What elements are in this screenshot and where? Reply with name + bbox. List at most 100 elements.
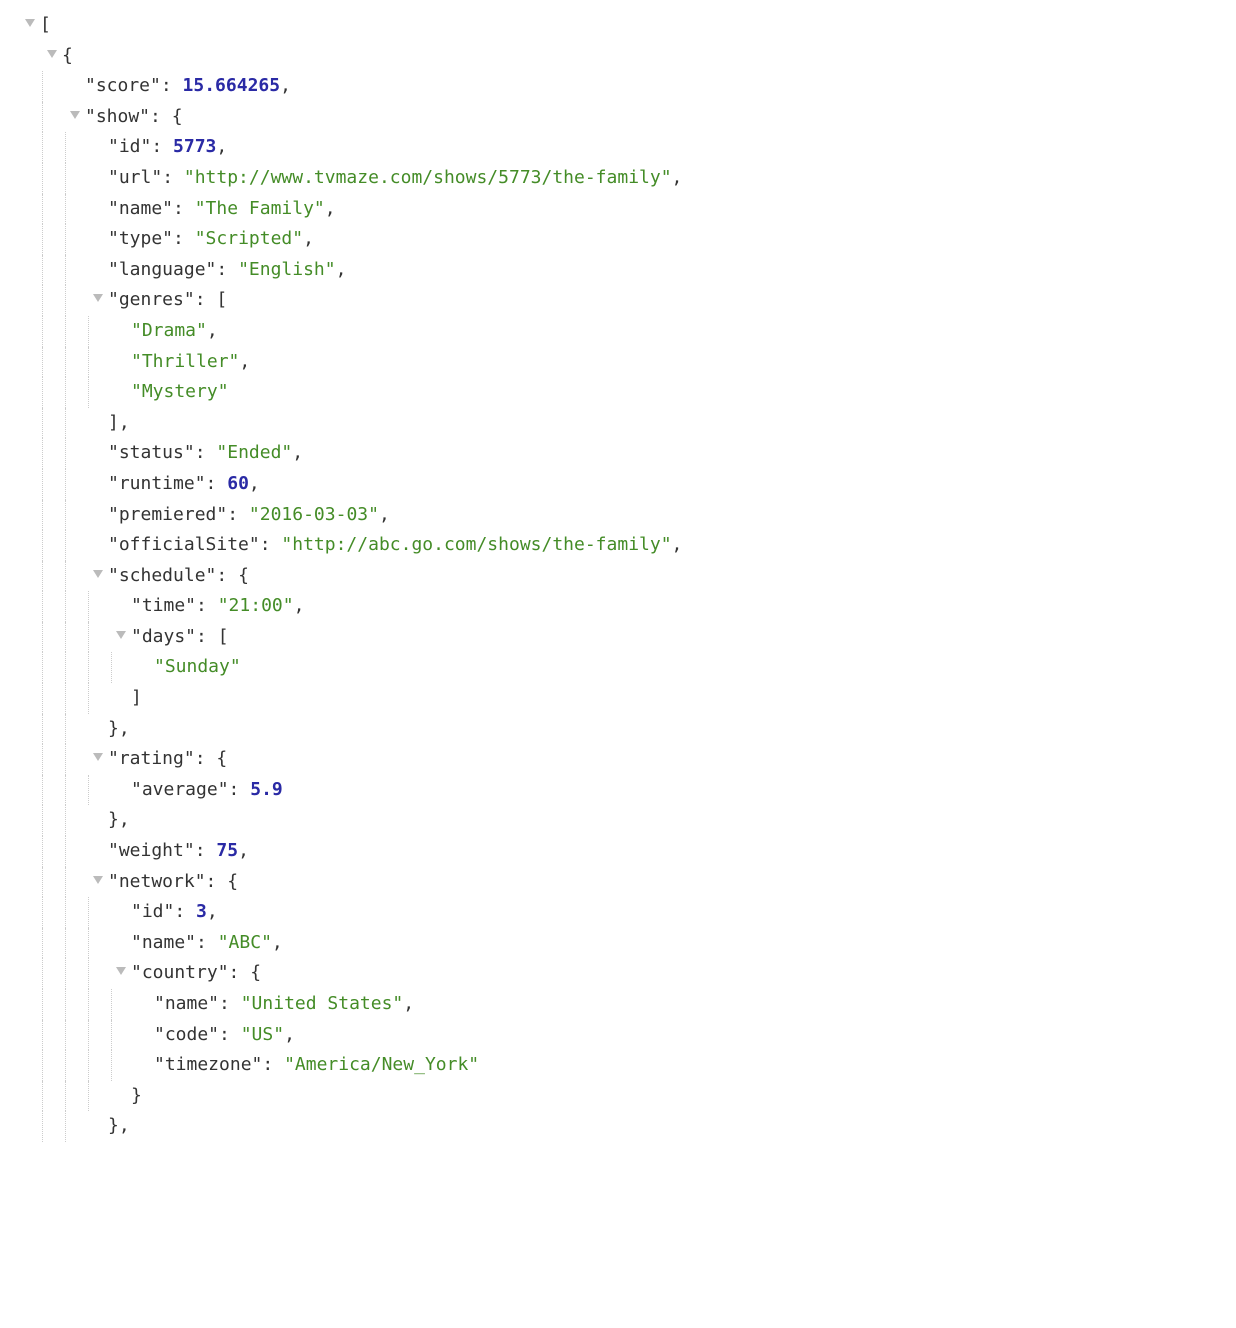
json-token-punct: : [196, 595, 218, 616]
json-token-punct: : [206, 871, 228, 892]
json-line-content: "language": "English", [108, 255, 346, 286]
json-token-punct: , [294, 595, 305, 616]
json-token-punct: : [227, 504, 249, 525]
expand-toggle-icon[interactable] [20, 15, 40, 35]
json-line: "country": { [20, 958, 1216, 989]
json-token-punct: : [196, 626, 218, 647]
json-line: "time": "21:00", [20, 591, 1216, 622]
json-line-content: "rating": { [108, 744, 227, 775]
json-token-punct: , [239, 351, 250, 372]
json-token-punct: , [292, 442, 303, 463]
expand-toggle-icon[interactable] [88, 872, 108, 892]
json-token-number: 3 [196, 901, 207, 922]
json-line: "url": "http://www.tvmaze.com/shows/5773… [20, 163, 1216, 194]
json-line-content: "genres": [ [108, 285, 227, 316]
json-token-bracket: [ [218, 626, 229, 647]
json-token-string: "Thriller" [131, 351, 239, 372]
json-token-bracket: ] [108, 412, 119, 433]
json-line: }, [20, 1111, 1216, 1142]
json-line: }, [20, 805, 1216, 836]
json-line: "score": 15.664265, [20, 71, 1216, 102]
json-token-punct: : [161, 75, 183, 96]
json-line: }, [20, 714, 1216, 745]
json-token-string: "America/New_York" [284, 1054, 479, 1075]
json-line: "language": "English", [20, 255, 1216, 286]
json-token-punct: : [195, 289, 217, 310]
json-token-punct: : [195, 748, 217, 769]
json-token-punct: , [119, 718, 130, 739]
expand-toggle-icon[interactable] [88, 566, 108, 586]
json-token-punct: , [272, 932, 283, 953]
json-line-content: "status": "Ended", [108, 438, 303, 469]
json-token-bracket: } [131, 1085, 142, 1106]
json-line: "status": "Ended", [20, 438, 1216, 469]
json-token-key: "timezone" [154, 1054, 262, 1075]
json-line-content: }, [108, 805, 130, 836]
json-line-content: "timezone": "America/New_York" [154, 1050, 479, 1081]
json-line: "runtime": 60, [20, 469, 1216, 500]
json-line: "days": [ [20, 622, 1216, 653]
json-line: "weight": 75, [20, 836, 1216, 867]
json-line: "genres": [ [20, 285, 1216, 316]
json-line: "id": 3, [20, 897, 1216, 928]
json-token-key: "time" [131, 595, 196, 616]
expand-toggle-icon[interactable] [88, 749, 108, 769]
json-token-string: "Scripted" [195, 228, 303, 249]
json-token-string: "http://www.tvmaze.com/shows/5773/the-fa… [184, 167, 672, 188]
json-line-content: "time": "21:00", [131, 591, 304, 622]
json-token-number: 5773 [173, 136, 216, 157]
json-token-key: "show" [85, 106, 150, 127]
json-token-punct: : [150, 106, 172, 127]
json-token-key: "url" [108, 167, 162, 188]
json-token-key: "type" [108, 228, 173, 249]
json-token-string: "Mystery" [131, 381, 229, 402]
json-line-content: "country": { [131, 958, 261, 989]
json-token-key: "country" [131, 962, 229, 983]
json-token-bracket: [ [40, 14, 51, 35]
json-line: "premiered": "2016-03-03", [20, 500, 1216, 531]
json-line-content: ], [108, 408, 130, 439]
json-token-punct: , [336, 259, 347, 280]
expand-toggle-icon[interactable] [111, 627, 131, 647]
expand-toggle-icon[interactable] [111, 963, 131, 983]
json-token-punct: : [196, 932, 218, 953]
json-token-string: "English" [238, 259, 336, 280]
json-token-punct: : [162, 167, 184, 188]
json-line: "Sunday" [20, 652, 1216, 683]
json-line-content: ] [131, 683, 142, 714]
json-token-punct: , [284, 1024, 295, 1045]
json-line-content: { [62, 41, 73, 72]
json-line-content: "officialSite": "http://abc.go.com/shows… [108, 530, 682, 561]
json-token-punct: , [672, 534, 683, 555]
json-token-bracket: { [172, 106, 183, 127]
json-token-key: "language" [108, 259, 216, 280]
json-token-key: "id" [108, 136, 151, 157]
json-line-content: "name": "ABC", [131, 928, 283, 959]
json-line: "type": "Scripted", [20, 224, 1216, 255]
json-line: "schedule": { [20, 561, 1216, 592]
json-line-content: } [131, 1081, 142, 1112]
json-token-number: 15.664265 [183, 75, 281, 96]
json-token-punct: , [216, 136, 227, 157]
json-token-key: "name" [154, 993, 219, 1014]
json-token-punct: , [672, 167, 683, 188]
json-line-content: "score": 15.664265, [85, 71, 291, 102]
json-token-key: "average" [131, 779, 229, 800]
expand-toggle-icon[interactable] [88, 290, 108, 310]
json-line-content: "weight": 75, [108, 836, 249, 867]
json-token-string: "US" [241, 1024, 284, 1045]
json-token-punct: : [195, 442, 217, 463]
json-line: "average": 5.9 [20, 775, 1216, 806]
json-line-content: "average": 5.9 [131, 775, 283, 806]
json-line-content: "days": [ [131, 622, 229, 653]
json-token-bracket: ] [131, 687, 142, 708]
json-line: "name": "ABC", [20, 928, 1216, 959]
json-line: ], [20, 408, 1216, 439]
json-line: "timezone": "America/New_York" [20, 1050, 1216, 1081]
json-line-content: "Drama", [131, 316, 218, 347]
expand-toggle-icon[interactable] [65, 107, 85, 127]
json-line: ] [20, 683, 1216, 714]
json-line-content: "runtime": 60, [108, 469, 260, 500]
json-line: "Thriller", [20, 347, 1216, 378]
expand-toggle-icon[interactable] [42, 46, 62, 66]
